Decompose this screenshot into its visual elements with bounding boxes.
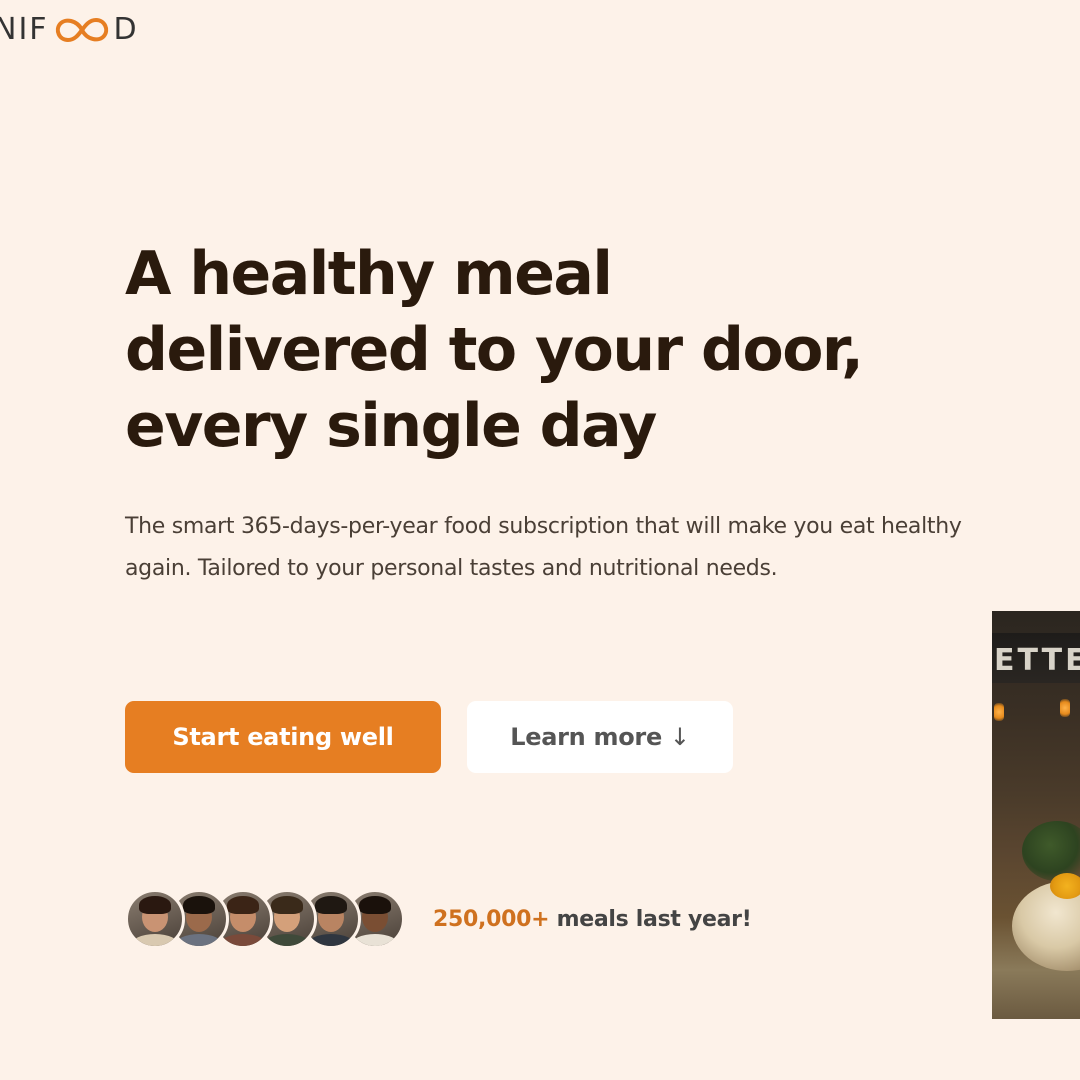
salad-greens bbox=[1022, 821, 1080, 881]
hero-title: A healthy meal delivered to your door, e… bbox=[125, 236, 985, 464]
avatar-hair bbox=[359, 896, 391, 915]
delivered-meals: 250,000+ meals last year! bbox=[125, 886, 752, 952]
hero-title-line: delivered to your door, bbox=[125, 315, 864, 385]
avatar-hair bbox=[183, 896, 215, 915]
customer-avatars bbox=[125, 889, 405, 949]
avatar-shoulders bbox=[219, 934, 267, 946]
start-eating-well-label: Start eating well bbox=[172, 723, 394, 751]
egg-yolk bbox=[1050, 873, 1080, 899]
page: NIF D A healthy meal delivered to your d… bbox=[0, 0, 1080, 1080]
avatar-shoulders bbox=[351, 934, 399, 946]
logo-text-suffix: D bbox=[113, 12, 139, 47]
customer-avatar bbox=[125, 889, 185, 949]
avatar-hair bbox=[315, 896, 347, 915]
meals-count: 250,000+ bbox=[433, 906, 550, 932]
lamp-light bbox=[1060, 699, 1070, 717]
learn-more-label: Learn more bbox=[510, 723, 662, 751]
avatar-shoulders bbox=[263, 934, 311, 946]
logo-text-prefix: NIF bbox=[0, 12, 49, 47]
infinity-logo-icon bbox=[55, 18, 108, 42]
avatar-hair bbox=[139, 896, 171, 915]
logo[interactable]: NIF D bbox=[0, 12, 139, 48]
meals-label: meals last year! bbox=[549, 906, 752, 932]
avatar-shoulders bbox=[307, 934, 355, 946]
delivered-meals-text: 250,000+ meals last year! bbox=[433, 906, 752, 932]
lamp-light bbox=[994, 703, 1004, 721]
learn-more-button[interactable]: Learn more ↓ bbox=[467, 701, 733, 773]
hero-description: The smart 365-days-per-year food subscri… bbox=[125, 514, 962, 581]
hero-food-image: ETTE bbox=[992, 611, 1080, 1019]
avatar-hair bbox=[227, 896, 259, 915]
avatar-shoulders bbox=[131, 934, 179, 946]
restaurant-sign-text: ETTE bbox=[994, 643, 1080, 678]
hero-title-line: A healthy meal bbox=[125, 239, 613, 309]
avatar-hair bbox=[271, 896, 303, 915]
arrow-down-icon: ↓ bbox=[669, 723, 690, 751]
hero-title-line: every single day bbox=[125, 391, 657, 461]
start-eating-well-button[interactable]: Start eating well bbox=[125, 701, 441, 773]
avatar-shoulders bbox=[175, 934, 223, 946]
